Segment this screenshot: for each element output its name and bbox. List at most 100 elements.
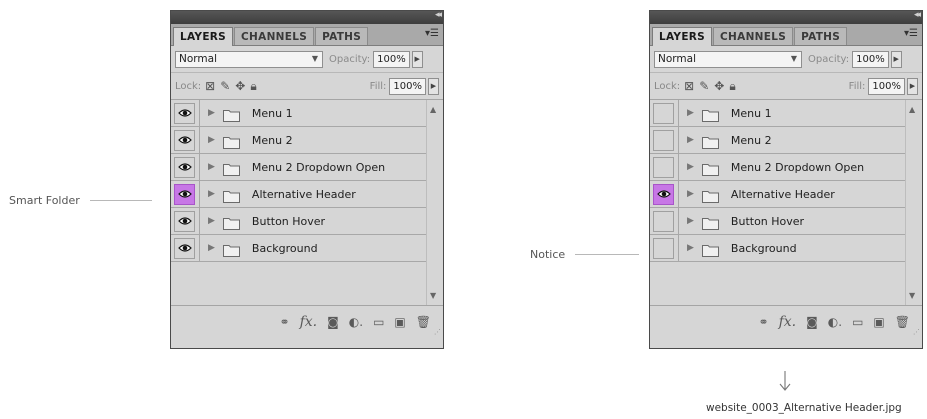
triangle-right-icon[interactable]: ▶ <box>208 108 215 118</box>
collapse-icon[interactable]: ◂◂ <box>435 10 442 20</box>
layer-name: Menu 2 Dropdown Open <box>251 160 386 174</box>
fx-icon[interactable]: fx. <box>779 315 797 329</box>
triangle-right-icon[interactable]: ▶ <box>687 162 694 172</box>
scrollbar[interactable]: ▲ ▼ <box>905 100 922 305</box>
opacity-input[interactable]: 100% <box>852 50 889 68</box>
folder-icon <box>222 215 240 230</box>
layer-name: Menu 1 <box>730 106 772 120</box>
fill-slider-button[interactable]: ▶ <box>428 77 439 95</box>
blend-mode-select[interactable]: Normal ▼ <box>654 50 802 68</box>
tab-layers[interactable]: LAYERS <box>173 27 234 46</box>
mask-icon[interactable]: ◙ <box>806 316 818 328</box>
layer-row[interactable]: ▶ Alternative Header <box>650 181 905 208</box>
triangle-right-icon[interactable]: ▶ <box>208 243 215 253</box>
tab-paths[interactable]: PATHS <box>315 27 369 45</box>
link-icon[interactable]: ⚭ <box>759 316 769 328</box>
eye-icon[interactable] <box>653 129 674 151</box>
scroll-down-icon[interactable]: ▼ <box>430 291 436 300</box>
fill-input[interactable]: 100% <box>868 77 905 95</box>
collapse-icon[interactable]: ◂◂ <box>914 10 921 20</box>
blend-mode-select[interactable]: Normal ▼ <box>175 50 323 68</box>
triangle-right-icon[interactable]: ▶ <box>687 135 694 145</box>
layer-row[interactable]: ▶ Background <box>171 235 426 262</box>
eye-icon[interactable] <box>174 210 195 232</box>
eye-icon[interactable] <box>174 129 195 151</box>
new-layer-icon[interactable]: ▣ <box>394 316 405 328</box>
mask-icon[interactable]: ◙ <box>327 316 339 328</box>
triangle-right-icon[interactable]: ▶ <box>687 189 694 199</box>
triangle-right-icon[interactable]: ▶ <box>687 243 694 253</box>
eye-icon[interactable] <box>174 183 195 205</box>
layer-row[interactable]: ▶ Alternative Header <box>171 181 426 208</box>
eye-icon[interactable] <box>174 156 195 178</box>
scroll-down-icon[interactable]: ▼ <box>909 291 915 300</box>
panel-menu-icon[interactable]: ▾☰ <box>425 28 439 39</box>
panel-footer: ⚭ fx. ◙ ◐. ▭ ▣ 🗑︎ ⋰ <box>650 305 922 337</box>
resize-grip-icon[interactable]: ⋰ <box>434 328 441 336</box>
opacity-input[interactable]: 100% <box>373 50 410 68</box>
triangle-right-icon[interactable]: ▶ <box>208 216 215 226</box>
triangle-right-icon[interactable]: ▶ <box>687 216 694 226</box>
triangle-right-icon[interactable]: ▶ <box>208 162 215 172</box>
adjustment-icon[interactable]: ◐. <box>349 316 363 328</box>
panel-menu-icon[interactable]: ▾☰ <box>904 28 918 39</box>
eye-icon[interactable] <box>174 237 195 259</box>
lock-position-icon[interactable]: ✥ <box>714 80 724 92</box>
new-layer-icon[interactable]: ▣ <box>873 316 884 328</box>
tab-channels[interactable]: CHANNELS <box>713 27 794 45</box>
row-divider <box>678 208 679 234</box>
eye-icon[interactable] <box>653 156 674 178</box>
lock-all-icon[interactable]: 🔒︎ <box>250 80 256 92</box>
folder-icon <box>701 215 719 230</box>
layer-row[interactable]: ▶ Button Hover <box>171 208 426 235</box>
lock-row: Lock: ⊠ ✎ ✥ 🔒︎ Fill: 100% ▶ <box>650 73 922 100</box>
eye-icon[interactable] <box>653 210 674 232</box>
trash-icon[interactable]: 🗑︎ <box>416 316 431 328</box>
folder-icon <box>222 188 240 203</box>
lock-transparent-icon[interactable]: ⊠ <box>205 80 215 92</box>
layer-row[interactable]: ▶ Menu 2 <box>650 127 905 154</box>
eye-icon[interactable] <box>653 183 674 205</box>
new-group-icon[interactable]: ▭ <box>373 316 384 328</box>
fill-slider-button[interactable]: ▶ <box>907 77 918 95</box>
layer-row[interactable]: ▶ Background <box>650 235 905 262</box>
layer-name: Background <box>251 241 318 255</box>
opacity-slider-button[interactable]: ▶ <box>411 50 423 68</box>
lock-all-icon[interactable]: 🔒︎ <box>729 80 735 92</box>
scroll-up-icon[interactable]: ▲ <box>909 105 915 114</box>
new-group-icon[interactable]: ▭ <box>852 316 863 328</box>
triangle-right-icon[interactable]: ▶ <box>208 135 215 145</box>
opacity-slider-button[interactable]: ▶ <box>890 50 902 68</box>
layer-row[interactable]: ▶ Button Hover <box>650 208 905 235</box>
eye-icon[interactable] <box>653 237 674 259</box>
triangle-right-icon[interactable]: ▶ <box>687 108 694 118</box>
layer-row[interactable]: ▶ Menu 1 <box>171 100 426 127</box>
row-divider <box>199 235 200 261</box>
adjustment-icon[interactable]: ◐. <box>828 316 842 328</box>
fx-icon[interactable]: fx. <box>300 315 318 329</box>
triangle-right-icon[interactable]: ▶ <box>208 189 215 199</box>
panel-tabs: LAYERS CHANNELS PATHS ▾☰ <box>171 24 443 46</box>
fill-input[interactable]: 100% <box>389 77 426 95</box>
trash-icon[interactable]: 🗑︎ <box>895 316 910 328</box>
layer-row[interactable]: ▶ Menu 2 <box>171 127 426 154</box>
link-icon[interactable]: ⚭ <box>280 316 290 328</box>
tab-layers[interactable]: LAYERS <box>652 27 713 46</box>
folder-icon <box>222 242 240 257</box>
eye-icon[interactable] <box>653 102 674 124</box>
layer-name: Menu 2 Dropdown Open <box>730 160 865 174</box>
tab-paths[interactable]: PATHS <box>794 27 848 45</box>
tab-channels[interactable]: CHANNELS <box>234 27 315 45</box>
lock-image-icon[interactable]: ✎ <box>699 80 709 92</box>
scroll-up-icon[interactable]: ▲ <box>430 105 436 114</box>
scrollbar[interactable]: ▲ ▼ <box>426 100 443 305</box>
layer-row[interactable]: ▶ Menu 2 Dropdown Open <box>650 154 905 181</box>
row-divider <box>199 100 200 126</box>
lock-position-icon[interactable]: ✥ <box>235 80 245 92</box>
layer-row[interactable]: ▶ Menu 1 <box>650 100 905 127</box>
eye-icon[interactable] <box>174 102 195 124</box>
resize-grip-icon[interactable]: ⋰ <box>913 328 920 336</box>
lock-transparent-icon[interactable]: ⊠ <box>684 80 694 92</box>
layer-row[interactable]: ▶ Menu 2 Dropdown Open <box>171 154 426 181</box>
lock-image-icon[interactable]: ✎ <box>220 80 230 92</box>
